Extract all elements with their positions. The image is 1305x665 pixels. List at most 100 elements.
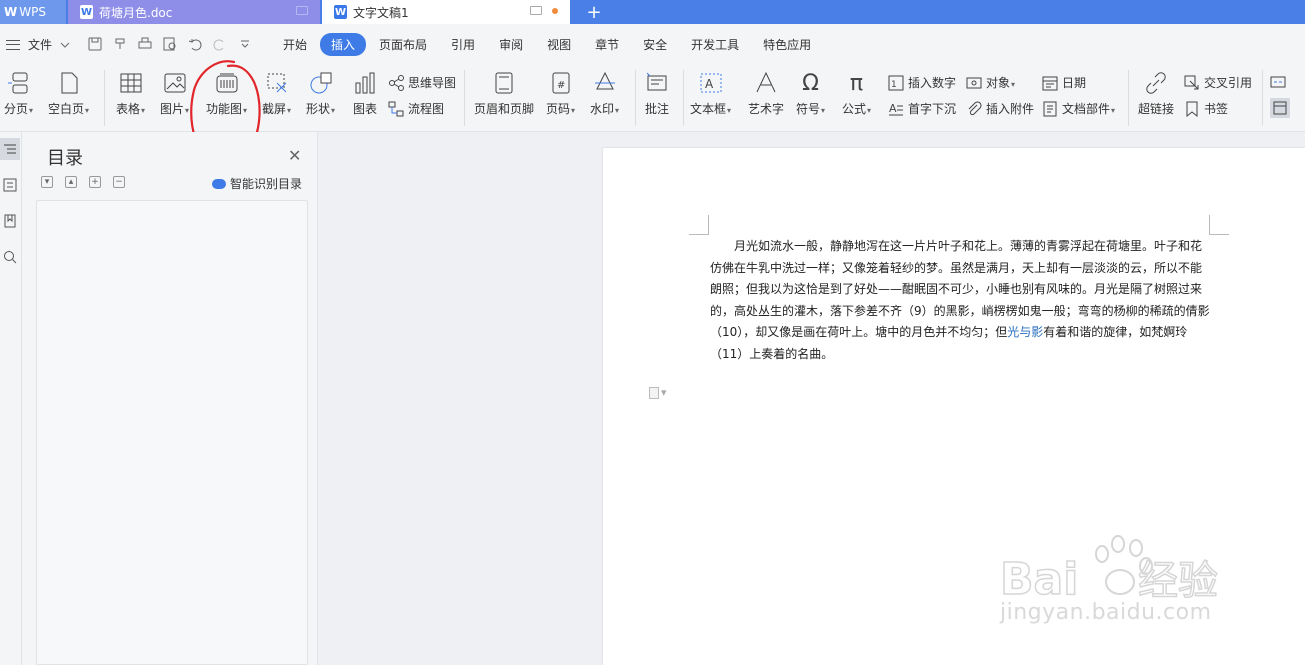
add-level-icon[interactable]: + [89,176,101,188]
blank-page-button[interactable]: 空白页▾ [48,70,89,117]
chapter-view-icon[interactable] [0,174,20,196]
function-chart-label: 功能图 [206,102,243,116]
smart-toc-button[interactable]: 智能识别目录 [212,175,302,192]
form-field-button[interactable] [1270,74,1286,90]
mindmap-label: 思维导图 [408,76,457,90]
print-preview-icon[interactable] [161,36,179,52]
redo-icon[interactable] [211,36,229,52]
flowchart-button[interactable]: 流程图 [388,100,444,117]
tab-security[interactable]: 安全 [632,33,678,56]
menu-tabs: 开始 插入 页面布局 引用 审阅 视图 章节 安全 开发工具 特色应用 [272,33,824,56]
find-icon[interactable] [0,246,20,268]
customize-toolbar-icon[interactable] [236,36,254,52]
tab-review[interactable]: 审阅 [488,33,534,56]
formula-label: 公式 [842,102,867,116]
screenshot-button[interactable]: 截屏▾ [262,70,291,117]
object-icon [966,75,982,91]
cross-reference-button[interactable]: 交叉引用 [1184,74,1252,91]
table-label: 表格 [116,102,141,116]
ribbon-separator [104,70,105,126]
hyperlink-button[interactable]: 超链接 [1138,70,1174,117]
textbox-button[interactable]: A 文本框▾ [690,70,731,117]
tab-developer[interactable]: 开发工具 [680,33,750,56]
page-number-button[interactable]: # 页码▾ [546,70,575,117]
new-tab-button[interactable]: + [584,0,604,24]
margin-corner-mark [1209,215,1229,235]
layout-toggle-button[interactable] [1270,98,1290,118]
date-button[interactable]: 日期 [1042,74,1086,91]
omega-icon: Ω [802,70,819,96]
object-label: 对象 [986,76,1011,90]
shapes-label: 形状 [306,102,331,116]
formula-button[interactable]: π 公式▾ [842,70,871,117]
tab-insert[interactable]: 插入 [320,33,367,56]
header-footer-button[interactable]: 页眉和页脚 [474,70,534,117]
bookmark-button[interactable]: 书签 [1184,100,1228,117]
svg-text:#: # [557,80,565,91]
tab-document-2[interactable]: W 文字文稿1 [322,0,570,24]
document-page[interactable]: 月光如流水一般，静静地泻在这一片片叶子和花上。薄薄的青雾浮起在荷塘里。叶子和花仿… [603,148,1305,665]
doc-parts-button[interactable]: 文档部件▾ [1042,100,1115,117]
file-menu-label: 文件 [28,38,53,52]
tab-home[interactable]: 开始 [272,33,318,56]
bookmark-label: 书签 [1204,102,1229,116]
format-painter-icon[interactable] [111,36,129,52]
watermark-button[interactable]: 水印▾ [590,70,619,117]
symbol-label: 符号 [796,102,821,116]
drop-cap-icon: A [888,101,904,117]
page-break-button[interactable]: 分页▾ [4,70,33,117]
tab-features[interactable]: 特色应用 [752,33,822,56]
table-button[interactable]: 表格▾ [116,70,145,117]
insert-number-button[interactable]: 1 插入数字 [888,74,956,91]
tab-page-layout[interactable]: 页面布局 [368,33,438,56]
shapes-button[interactable]: 形状▾ [306,70,335,117]
collapse-up-icon[interactable]: ▴ [65,176,77,188]
attachment-label: 插入附件 [986,102,1035,116]
file-menu-button[interactable]: 文件 [6,36,70,53]
bookmark-nav-icon[interactable] [0,210,20,232]
tab-view[interactable]: 视图 [536,33,582,56]
blank-page-icon [56,70,82,96]
doc-parts-icon [1042,101,1058,117]
header-footer-label: 页眉和页脚 [474,102,535,116]
print-icon[interactable] [136,36,154,52]
outline-panel: 目录 ✕ ▾ ▴ + − 智能识别目录 [22,132,318,665]
monitor-icon[interactable] [296,6,308,15]
comment-button[interactable]: 批注 [644,70,670,117]
bookmark-icon [1184,101,1200,117]
tab-wps-home[interactable]: W WPS [0,0,66,24]
svg-text:A: A [889,102,897,115]
screenshot-label: 截屏 [262,102,287,116]
wordart-label: 艺术字 [748,102,785,116]
outline-view-icon[interactable] [0,138,20,160]
mindmap-button[interactable]: 思维导图 [388,74,456,91]
monitor-icon[interactable] [530,6,542,15]
flowchart-icon [388,101,404,117]
tab-references[interactable]: 引用 [440,33,486,56]
picture-button[interactable]: 图片▾ [160,70,189,117]
tab-document-1[interactable]: W 荷塘月色.doc [68,0,320,24]
svg-text:A: A [705,77,714,91]
outline-list[interactable] [36,200,308,665]
document-paragraph[interactable]: 月光如流水一般，静静地泻在这一片片叶子和花上。薄薄的青雾浮起在荷塘里。叶子和花仿… [710,236,1210,365]
chevron-down-icon [60,42,70,48]
drop-cap-button[interactable]: A 首字下沉 [888,100,956,117]
header-footer-icon [491,70,517,96]
expand-down-icon[interactable]: ▾ [41,176,53,188]
undo-icon[interactable] [186,36,204,52]
object-button[interactable]: 对象▾ [966,74,1015,91]
function-chart-button[interactable]: 功能图▾ [206,70,247,117]
chart-button[interactable]: 图表 [352,70,378,117]
paragraph-options-icon[interactable]: ▾ [649,386,667,399]
insert-number-label: 插入数字 [908,76,957,90]
wordart-button[interactable]: 艺术字 [748,70,784,117]
tab-section[interactable]: 章节 [584,33,630,56]
save-icon[interactable] [86,36,104,52]
symbol-button[interactable]: Ω 符号▾ [796,70,825,117]
picture-label: 图片 [160,102,185,116]
remove-level-icon[interactable]: − [113,176,125,188]
close-icon[interactable]: ✕ [288,146,301,165]
outline-toolbar: ▾ ▴ + − [41,176,125,188]
attachment-button[interactable]: 插入附件 [966,100,1034,117]
hyperlink-label: 超链接 [1138,102,1175,116]
